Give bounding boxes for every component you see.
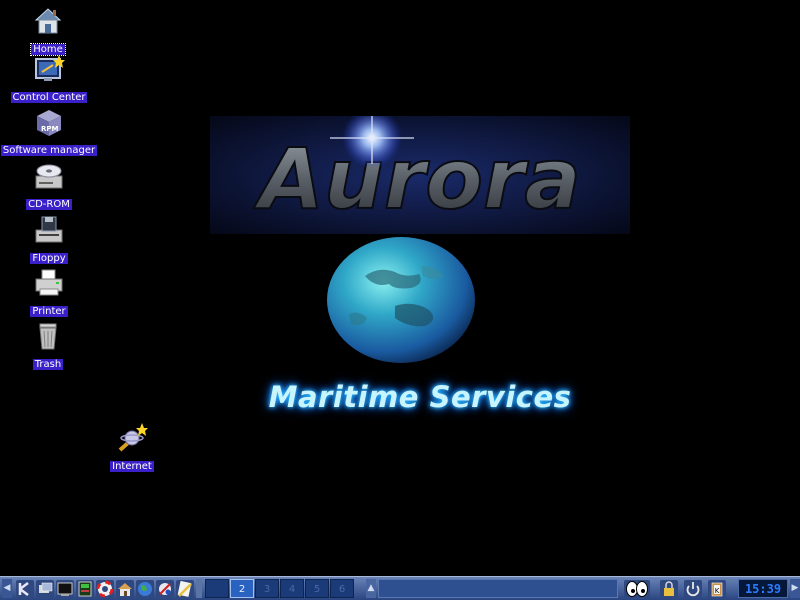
aurora-logo: Aurora — [210, 116, 630, 234]
desktop-icon-control-center[interactable]: Control Center — [0, 53, 99, 104]
konqueror-icon[interactable] — [156, 580, 174, 598]
lock-icon[interactable] — [660, 580, 678, 598]
desktop-icon-home[interactable]: Home — [0, 5, 98, 56]
desktop-icon-label: Software manager — [0, 145, 98, 156]
cdrom-icon — [35, 164, 63, 189]
pager-desktop-5[interactable]: 5 — [305, 579, 329, 598]
pager-desktop-4[interactable]: 4 — [280, 579, 304, 598]
tagline-text: Maritime Services — [268, 380, 572, 414]
desktop-icon-internet[interactable]: Internet — [82, 422, 182, 473]
eyes-icon — [624, 580, 650, 598]
printer-icon — [35, 269, 63, 296]
globe-image — [327, 237, 475, 363]
terminal-icon[interactable] — [56, 580, 74, 598]
pager-desktop-1[interactable]: 1 — [205, 579, 229, 598]
panel-separator-handle[interactable] — [196, 579, 202, 598]
desktop-icon-label: Internet — [110, 461, 154, 472]
rpm-package-icon: RPM — [37, 110, 61, 136]
desktop-icon-floppy[interactable]: Floppy — [0, 214, 99, 265]
desktop-icon-label: Floppy — [30, 253, 68, 264]
svg-text:K: K — [715, 587, 720, 595]
desktop-icon-label: Printer — [30, 306, 68, 317]
browser-globe-icon[interactable] — [136, 580, 154, 598]
kde-panel: ◀ 1 2 3 4 5 6 ▲ K 15:39 ▶ — [0, 576, 800, 600]
kde-menu-icon[interactable] — [16, 580, 34, 598]
desktop-icon-label: CD-ROM — [26, 199, 72, 210]
desktop-icon-software-manager[interactable]: RPM Software manager — [0, 106, 99, 157]
desktop-icon-label: Trash — [32, 359, 64, 370]
home-icon — [34, 8, 62, 34]
pager-desktop-2[interactable]: 2 — [230, 579, 254, 598]
taskbar-scroll-up-button[interactable]: ▲ — [366, 579, 376, 598]
home-icon[interactable] — [116, 580, 134, 598]
kcontrol-icon[interactable] — [76, 580, 94, 598]
desktop-icon-printer[interactable]: Printer — [0, 267, 99, 318]
panel-hide-right-button[interactable]: ▶ — [790, 579, 800, 598]
desktop-icon-trash[interactable]: Trash — [0, 320, 98, 371]
logo-text: Aurora — [253, 130, 581, 228]
clock[interactable]: 15:39 — [738, 579, 788, 598]
svg-text:RPM: RPM — [41, 125, 59, 133]
taskbar[interactable] — [378, 579, 618, 598]
window-list-icon[interactable] — [36, 580, 54, 598]
pager-desktop-3[interactable]: 3 — [255, 579, 279, 598]
help-lifebuoy-icon[interactable] — [96, 580, 114, 598]
panel-hide-left-button[interactable]: ◀ — [2, 579, 12, 598]
desktop-icon-cdrom[interactable]: CD-ROM — [0, 160, 99, 211]
floppy-icon — [35, 216, 63, 243]
control-center-icon — [35, 55, 65, 81]
desktop-icon-label: Control Center — [10, 92, 88, 103]
pager-desktop-6[interactable]: 6 — [330, 579, 354, 598]
internet-icon — [118, 423, 148, 452]
logout-icon[interactable] — [684, 580, 702, 598]
klipper-icon[interactable]: K — [708, 580, 726, 598]
trash-icon — [39, 323, 57, 350]
editor-icon[interactable] — [176, 580, 194, 598]
